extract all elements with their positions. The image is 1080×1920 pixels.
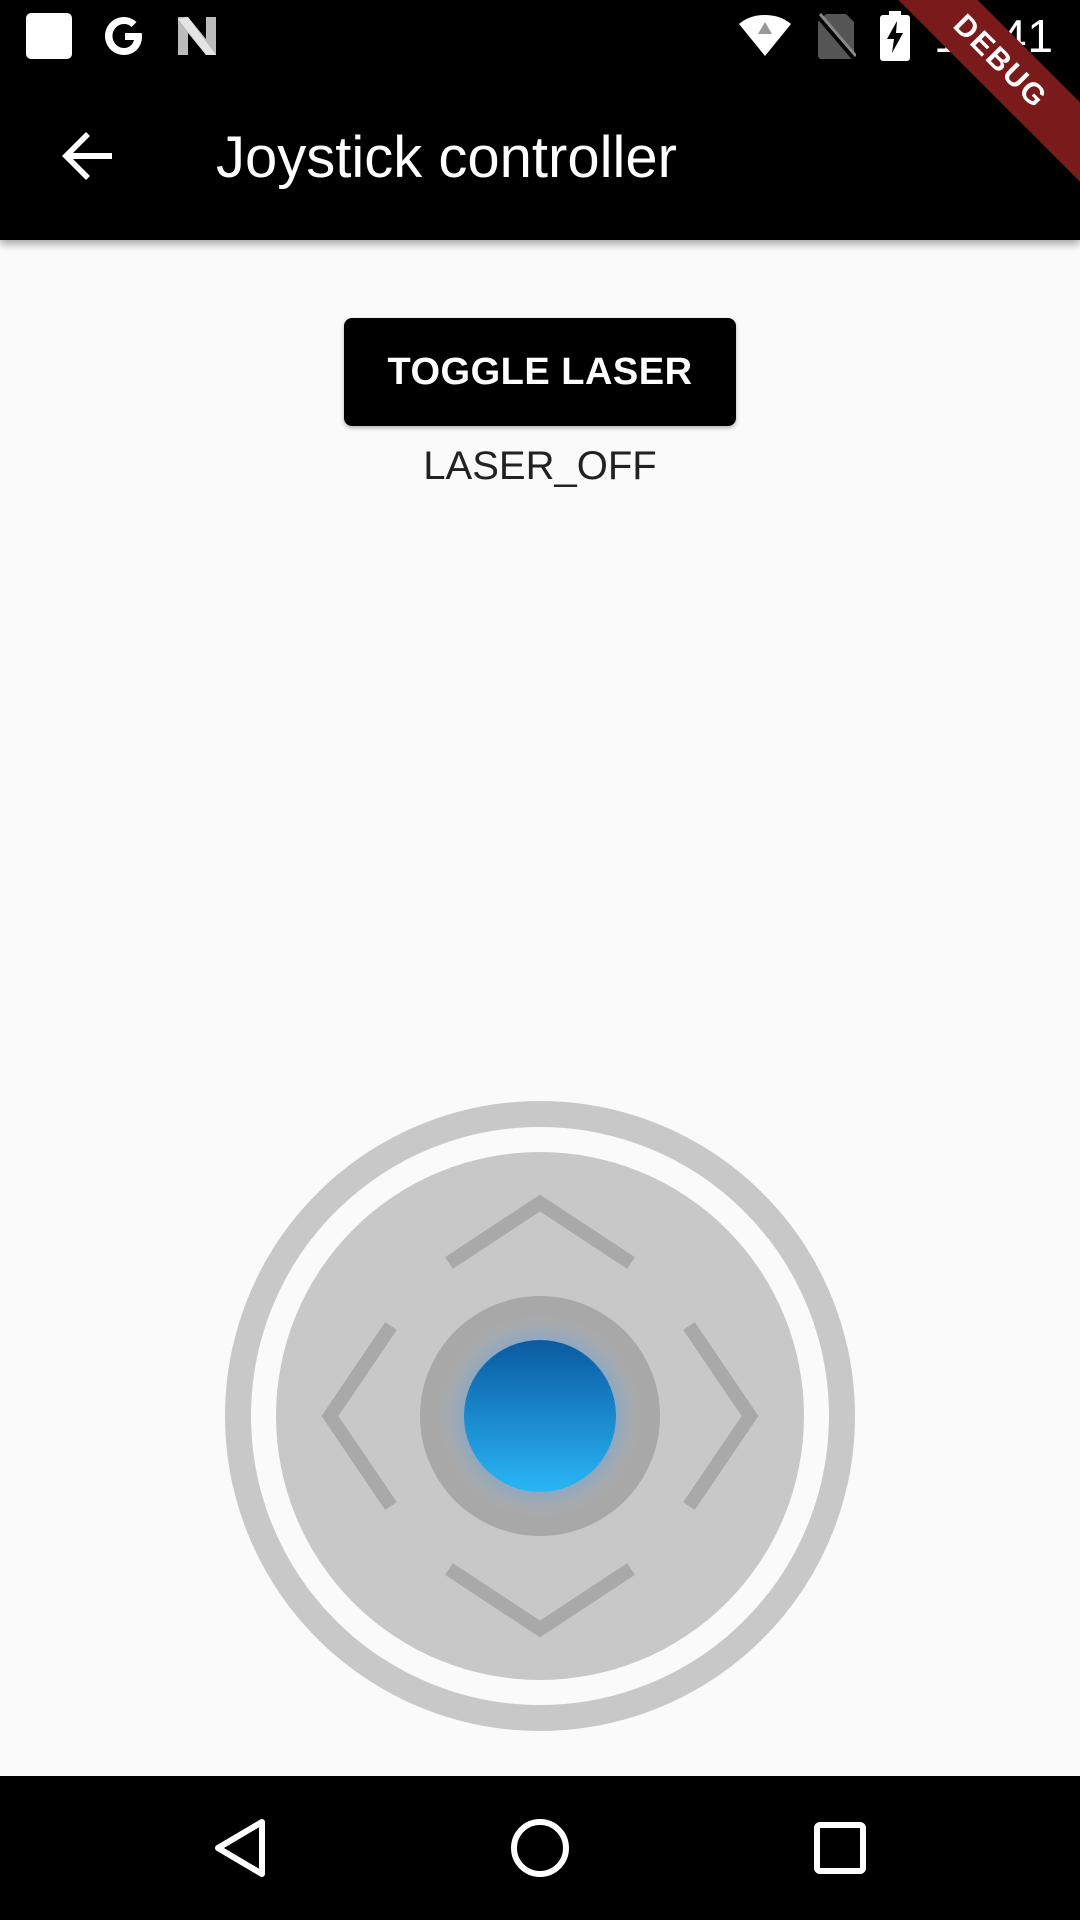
status-bar-left	[24, 8, 220, 64]
wifi-icon	[738, 15, 791, 56]
back-triangle-icon	[215, 1819, 265, 1877]
arrow-back-icon	[62, 132, 112, 180]
screen: 17:41 DEBUG Joystick controller TOGGLE L…	[0, 0, 1080, 1920]
nav-recents-button[interactable]	[796, 1804, 884, 1892]
joystick[interactable]	[225, 1101, 855, 1731]
nav-home-button[interactable]	[496, 1804, 584, 1892]
app-bar: Joystick controller	[0, 72, 1080, 240]
page-title: Joystick controller	[216, 125, 677, 190]
nav-back-button[interactable]	[196, 1804, 284, 1892]
joystick-knob[interactable]	[464, 1340, 616, 1492]
toggle-laser-button[interactable]: TOGGLE LASER	[344, 318, 736, 426]
n-logo-icon	[178, 17, 216, 55]
home-circle-icon	[511, 1819, 569, 1877]
laser-status-text: LASER_OFF	[423, 444, 657, 488]
battery-charging-icon	[879, 11, 910, 61]
joystick-graphic	[225, 1101, 855, 1731]
system-nav-bar	[0, 1776, 1080, 1920]
no-sim-icon	[815, 13, 856, 60]
back-button[interactable]	[40, 108, 136, 204]
square-notification-icon	[26, 13, 72, 59]
recents-square-icon	[814, 1822, 866, 1874]
google-g-icon	[105, 17, 142, 55]
